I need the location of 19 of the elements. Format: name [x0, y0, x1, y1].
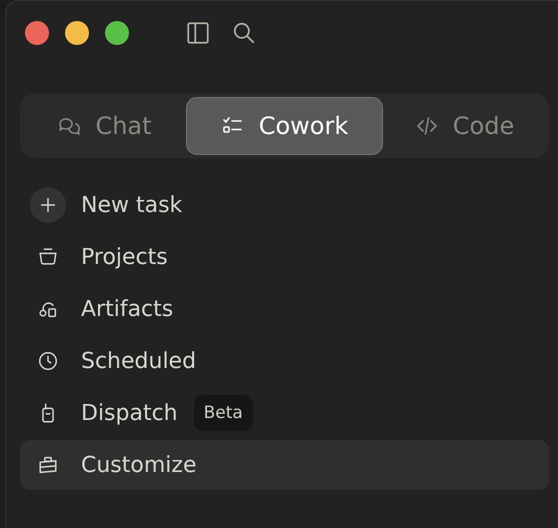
- search-button[interactable]: [231, 20, 257, 46]
- sidebar-item[interactable]: Projects: [20, 232, 549, 282]
- sidebar-icon: [185, 20, 211, 46]
- mode-tab[interactable]: Cowork: [186, 97, 383, 155]
- sidebar-item[interactable]: Artifacts: [20, 284, 549, 334]
- search-icon: [231, 20, 257, 46]
- beta-badge: Beta: [194, 395, 253, 431]
- sidebar-item[interactable]: Customize: [20, 440, 549, 490]
- new-task-button[interactable]: New task: [20, 180, 549, 230]
- sidebar-toggle-button[interactable]: [185, 20, 211, 46]
- window-minimize-button[interactable]: [65, 21, 89, 45]
- window-close-button[interactable]: [25, 21, 49, 45]
- mode-tab[interactable]: Chat: [23, 97, 186, 155]
- window-zoom-button[interactable]: [105, 21, 129, 45]
- toolbox-icon: [37, 454, 59, 476]
- sidebar-item[interactable]: Dispatch Beta: [20, 388, 549, 438]
- mode-tab[interactable]: Code: [383, 97, 546, 155]
- clock-icon: [37, 350, 59, 372]
- sidebar-item[interactable]: Scheduled: [20, 336, 549, 386]
